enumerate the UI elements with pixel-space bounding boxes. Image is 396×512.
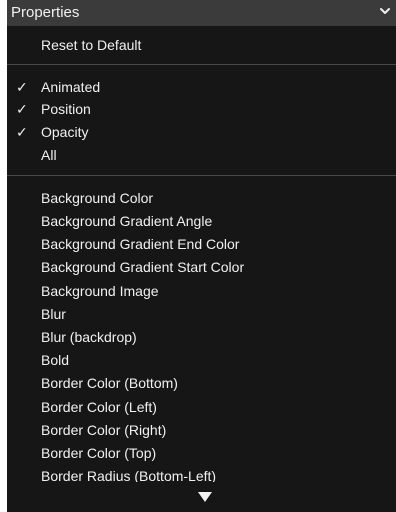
menu-item-label: Opacity <box>41 124 89 140</box>
menu-separator <box>7 64 396 65</box>
property-item-border-color-left[interactable]: Border Color (Left) <box>7 396 396 418</box>
property-item-blur-backdrop[interactable]: Blur (backdrop) <box>7 326 396 348</box>
checkmark-icon: ✓ <box>16 101 28 117</box>
property-label: Border Color (Left) <box>41 399 157 415</box>
property-label: Border Color (Bottom) <box>41 375 178 391</box>
property-item-background-gradient-angle[interactable]: Background Gradient Angle <box>7 210 396 232</box>
scroll-down-arrow-icon[interactable] <box>198 492 212 502</box>
menu-item-position[interactable]: ✓ Position <box>7 98 396 120</box>
property-label: Bold <box>41 352 70 368</box>
reset-to-default-label: Reset to Default <box>41 37 142 53</box>
property-item-blur[interactable]: Blur <box>7 303 396 325</box>
reset-to-default-item[interactable]: Reset to Default <box>7 34 396 56</box>
property-label: Background Gradient Angle <box>41 213 213 229</box>
header-title: Properties <box>11 4 80 21</box>
properties-dropdown-menu: Properties Reset to Default ✓ Animated ✓… <box>7 0 396 512</box>
property-label: Background Color <box>41 190 154 206</box>
property-label: Border Color (Top) <box>41 445 157 461</box>
property-item-background-gradient-end-color[interactable]: Background Gradient End Color <box>7 233 396 255</box>
menu-item-animated[interactable]: ✓ Animated <box>7 76 396 98</box>
scroll-footer[interactable] <box>7 482 396 512</box>
property-item-bold[interactable]: Bold <box>7 349 396 371</box>
property-label: Background Gradient End Color <box>41 236 240 252</box>
checkmark-icon: ✓ <box>16 124 28 140</box>
property-item-border-color-top[interactable]: Border Color (Top) <box>7 442 396 464</box>
menu-item-all[interactable]: All <box>7 144 396 166</box>
menu-separator <box>7 175 396 176</box>
property-label: Blur (backdrop) <box>41 329 137 345</box>
menu-item-label: Animated <box>41 79 101 95</box>
property-label: Border Color (Right) <box>41 422 167 438</box>
property-item-border-color-bottom[interactable]: Border Color (Bottom) <box>7 372 396 394</box>
property-label: Background Image <box>41 283 159 299</box>
property-item-background-color[interactable]: Background Color <box>7 187 396 209</box>
menu-item-label: Position <box>41 101 91 117</box>
chevron-down-icon[interactable] <box>378 4 392 18</box>
properties-header[interactable]: Properties <box>7 0 396 26</box>
menu-item-label: All <box>41 147 57 163</box>
property-label: Blur <box>41 306 66 322</box>
property-label: Background Gradient Start Color <box>41 259 245 275</box>
checkmark-icon: ✓ <box>16 79 28 95</box>
property-item-background-image[interactable]: Background Image <box>7 280 396 302</box>
menu-item-opacity[interactable]: ✓ Opacity <box>7 121 396 143</box>
property-item-border-color-right[interactable]: Border Color (Right) <box>7 419 396 441</box>
property-item-background-gradient-start-color[interactable]: Background Gradient Start Color <box>7 256 396 278</box>
